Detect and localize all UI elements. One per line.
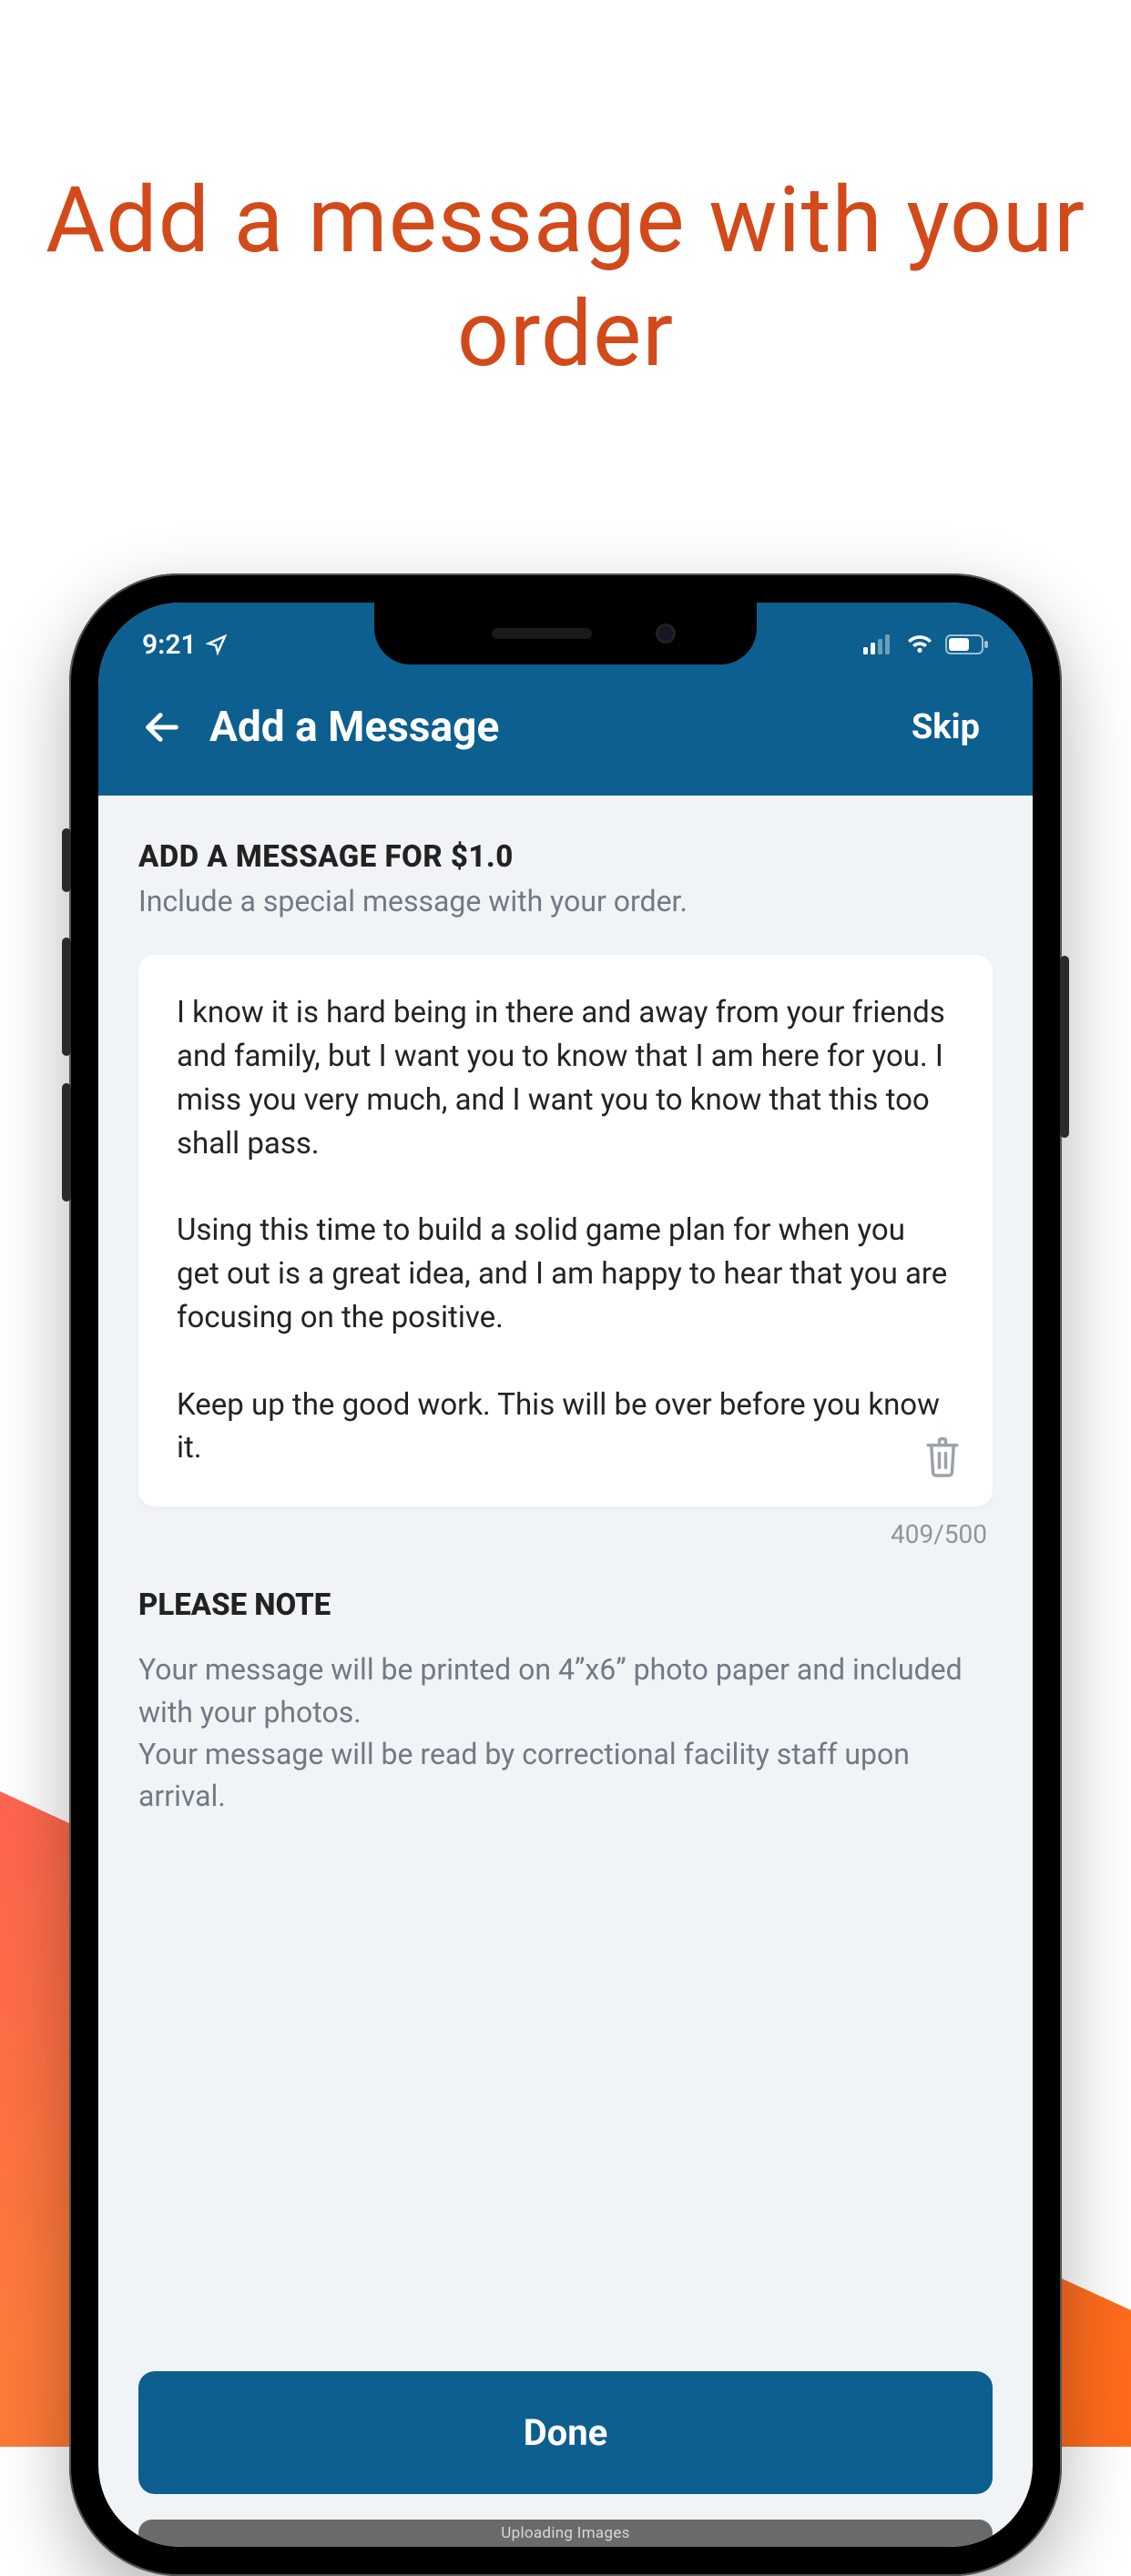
section-title: ADD A MESSAGE FOR $1.0 bbox=[138, 839, 993, 875]
note-title: PLEASE NOTE bbox=[138, 1587, 993, 1623]
phone-side-button bbox=[62, 828, 71, 892]
phone-side-button bbox=[62, 1083, 71, 1202]
section-subtitle: Include a special message with your orde… bbox=[138, 884, 993, 918]
nav-bar: Add a Message Skip bbox=[98, 677, 1033, 796]
phone-notch bbox=[374, 603, 757, 664]
message-card: I know it is hard being in there and awa… bbox=[138, 955, 993, 1506]
phone-camera bbox=[656, 624, 676, 644]
upload-progress-label: Uploading Images bbox=[501, 2524, 629, 2542]
page-title: Add a Message bbox=[209, 703, 499, 752]
trash-icon bbox=[923, 1435, 962, 1477]
phone-speaker bbox=[492, 628, 592, 639]
message-textarea[interactable]: I know it is hard being in there and awa… bbox=[177, 991, 954, 1470]
battery-icon bbox=[945, 634, 989, 655]
cellular-icon bbox=[863, 634, 894, 654]
phone-side-button bbox=[1060, 956, 1069, 1138]
content-area: ADD A MESSAGE FOR $1.0 Include a special… bbox=[98, 796, 1033, 2547]
promo-title: Add a message with your order bbox=[0, 164, 1131, 391]
phone-mockup: 9:21 bbox=[69, 573, 1062, 2576]
phone-screen: 9:21 bbox=[98, 603, 1033, 2547]
phone-side-button bbox=[62, 938, 71, 1056]
character-counter: 409/500 bbox=[138, 1519, 993, 1549]
done-button[interactable]: Done bbox=[138, 2371, 993, 2494]
upload-progress-bar: Uploading Images bbox=[138, 2520, 993, 2547]
delete-message-button[interactable] bbox=[918, 1432, 967, 1481]
status-time: 9:21 bbox=[142, 629, 197, 661]
skip-button[interactable]: Skip bbox=[912, 707, 996, 747]
back-button[interactable] bbox=[135, 700, 189, 755]
wifi-icon bbox=[905, 634, 934, 655]
bottom-area: Done Uploading Images bbox=[138, 2344, 993, 2547]
note-body: Your message will be printed on 4”x6” ph… bbox=[138, 1648, 993, 1818]
location-icon bbox=[206, 634, 228, 655]
